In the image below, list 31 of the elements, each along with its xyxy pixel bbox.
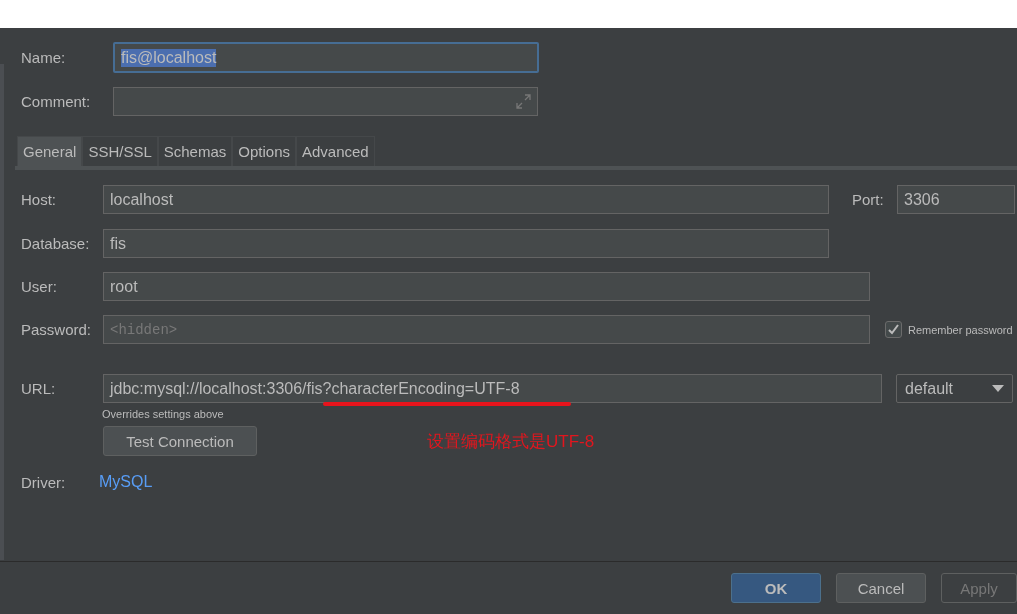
port-field[interactable]: 3306 [897, 185, 1015, 214]
checkbox-label: Remember password [908, 323, 1013, 336]
database-field[interactable]: fis [103, 229, 829, 258]
dialog-button[interactable]: Cancel [836, 573, 926, 603]
checkbox[interactable] [885, 321, 902, 338]
field-label: Database: [21, 235, 91, 252]
field-label: Host: [21, 191, 57, 208]
test-connection-button[interactable]: Test Connection [103, 426, 257, 456]
comment-field[interactable] [113, 87, 538, 116]
tab[interactable]: Options [232, 136, 296, 166]
host-field[interactable]: localhost [103, 185, 829, 214]
field-label: Port: [852, 191, 885, 208]
driver-mode-dropdown[interactable]: default [896, 374, 1013, 403]
annotation-text: 设置编码格式是UTF-8 [427, 430, 595, 453]
user-field[interactable]: root [103, 272, 870, 301]
tab[interactable]: SSH/SSL [82, 136, 158, 166]
field-label: Comment: [21, 93, 92, 110]
tab[interactable]: Advanced [296, 136, 375, 166]
url-field[interactable]: jdbc:mysql://localhost:3306/fis?characterEncoding=UTF-8 [103, 374, 882, 403]
tab[interactable]: Schemas [157, 136, 233, 166]
caret-icon [992, 385, 1004, 392]
field-label: Driver: [21, 473, 67, 491]
expand-icon[interactable] [516, 94, 531, 109]
field-label: Name: [21, 49, 67, 66]
url-hint: Overrides settings above [102, 408, 224, 420]
dialog-button[interactable]: OK [731, 573, 821, 603]
field-label: User: [21, 278, 58, 295]
field-label: Password: [21, 321, 93, 338]
tab[interactable]: General [17, 136, 83, 166]
driver-link[interactable]: MySQL [99, 473, 153, 491]
field-label: URL: [21, 380, 57, 397]
